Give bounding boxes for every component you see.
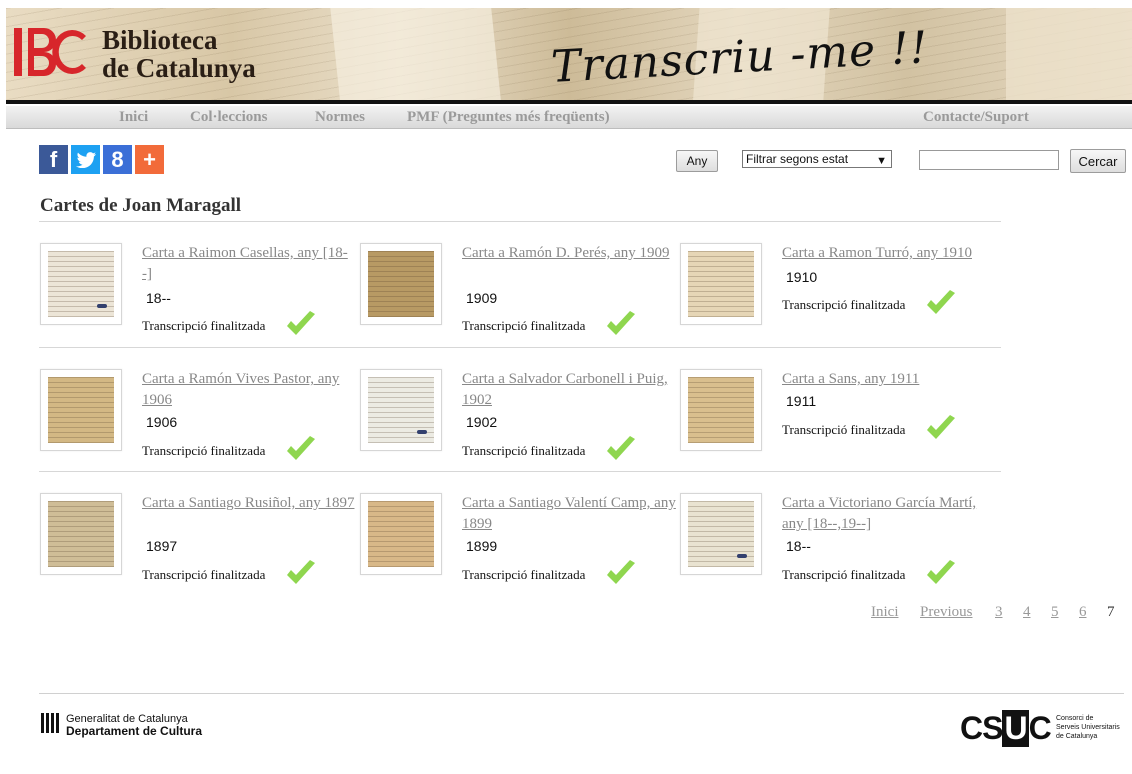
page-link[interactable]: 4 — [1023, 604, 1031, 621]
check-icon — [927, 415, 955, 439]
status-text: Transcripció finalitzada — [462, 567, 586, 582]
letter-year: 1906 — [146, 414, 178, 430]
letter-title-link[interactable]: Carta a Ramón Vives Pastor, any 1906 — [142, 369, 357, 411]
letter-year: 18-- — [146, 290, 171, 306]
footer-divider — [39, 693, 1124, 694]
letter-year: 1910 — [786, 269, 818, 285]
list-item: Carta a Ramón Vives Pastor, any 1906 190… — [40, 369, 350, 469]
check-icon — [607, 436, 635, 460]
letter-title-link[interactable]: Carta a Victoriano García Martí, any [18… — [782, 493, 997, 535]
letter-year: 1909 — [466, 290, 498, 306]
check-icon — [927, 290, 955, 314]
check-icon — [287, 311, 315, 335]
check-icon — [607, 311, 635, 335]
list-item: Carta a Santiago Rusiñol, any 1897 1897 … — [40, 493, 354, 593]
google-plus-icon[interactable]: 8 — [103, 145, 132, 174]
page-link[interactable]: 3 — [995, 604, 1003, 621]
letter-thumbnail[interactable] — [680, 369, 762, 451]
page-first-link[interactable]: Inici — [871, 604, 899, 621]
letter-thumbnail[interactable] — [360, 493, 442, 575]
nav-item-colleccions[interactable]: Col·leccions — [190, 109, 268, 126]
status-text: Transcripció finalitzada — [782, 297, 906, 312]
library-name[interactable]: Biblioteca de Catalunya — [102, 26, 256, 82]
list-item: Carta a Raimon Casellas, any [18--] 18--… — [40, 243, 350, 343]
manuscript-page — [1006, 8, 1132, 100]
filter-year-button[interactable]: Any — [676, 150, 718, 172]
list-item: Carta a Victoriano García Martí, any [18… — [680, 493, 990, 593]
list-item: Carta a Ramon Turró, any 1910 1910 Trans… — [680, 243, 990, 343]
generalitat-text[interactable]: Generalitat de Catalunya Departament de … — [66, 713, 202, 738]
letter-year: 1911 — [786, 393, 817, 409]
csuc-subtitle: Consorci de Serveis Universitaris de Cat… — [1056, 715, 1120, 740]
search-button[interactable]: Cercar — [1070, 149, 1126, 173]
check-icon — [287, 436, 315, 460]
search-input[interactable] — [919, 150, 1059, 170]
filter-state-select[interactable]: Filtrar segons estat ▼ — [742, 150, 892, 168]
list-item: Carta a Ramón D. Perés, any 1909 1909 Tr… — [360, 243, 670, 343]
letter-thumbnail[interactable] — [680, 243, 762, 325]
divider — [39, 347, 1001, 348]
banner-divider — [6, 100, 1132, 104]
check-icon — [607, 560, 635, 584]
bc-logo-icon[interactable] — [12, 26, 90, 78]
letter-title-link[interactable]: Carta a Ramón D. Perés, any 1909 — [462, 243, 677, 264]
facebook-icon[interactable]: f — [39, 145, 68, 174]
filter-state-value: Filtrar segons estat — [746, 152, 849, 166]
list-item: Carta a Santiago Valentí Camp, any 1899 … — [360, 493, 676, 593]
nav-item-normes[interactable]: Normes — [315, 109, 365, 126]
nav-item-pmf[interactable]: PMF (Preguntes més freqüents) — [407, 109, 610, 126]
letter-year: 1899 — [466, 538, 498, 554]
csuc-logo[interactable]: CSUC — [960, 710, 1052, 747]
status-text: Transcripció finalitzada — [462, 443, 586, 458]
status-text: Transcripció finalitzada — [782, 422, 906, 437]
twitter-icon[interactable] — [71, 145, 100, 174]
letter-year: 18-- — [786, 538, 811, 554]
letter-title-link[interactable]: Carta a Raimon Casellas, any [18--] — [142, 243, 357, 285]
check-icon — [927, 560, 955, 584]
list-item: Carta a Salvador Carbonell i Puig, 1902 … — [360, 369, 670, 469]
site-banner: Biblioteca de Catalunya Transcriu -me !! — [6, 8, 1132, 100]
page-link[interactable]: 6 — [1079, 604, 1087, 621]
current-page: 7 — [1107, 604, 1115, 620]
letter-thumbnail[interactable] — [40, 493, 122, 575]
letter-title-link[interactable]: Carta a Santiago Rusiñol, any 1897 — [142, 493, 357, 514]
manuscript-page — [330, 8, 502, 100]
divider — [39, 471, 1001, 472]
status-text: Transcripció finalitzada — [462, 318, 586, 333]
letter-title-link[interactable]: Carta a Sans, any 1911 — [782, 369, 997, 390]
page-title: Cartes de Joan Maragall — [40, 195, 242, 216]
chevron-down-icon: ▼ — [876, 155, 887, 167]
add-share-icon[interactable]: + — [135, 145, 164, 174]
status-text: Transcripció finalitzada — [782, 567, 906, 582]
letter-thumbnail[interactable] — [360, 369, 442, 451]
main-nav: Inici Col·leccions Normes PMF (Preguntes… — [6, 106, 1132, 129]
letter-thumbnail[interactable] — [40, 243, 122, 325]
status-text: Transcripció finalitzada — [142, 318, 266, 333]
letter-title-link[interactable]: Carta a Santiago Valentí Camp, any 1899 — [462, 493, 677, 535]
letter-thumbnail[interactable] — [360, 243, 442, 325]
page-previous-link[interactable]: Previous — [920, 604, 973, 621]
nav-item-inici[interactable]: Inici — [119, 109, 148, 126]
letter-year: 1902 — [466, 414, 498, 430]
letter-year: 1897 — [146, 538, 178, 554]
divider — [39, 221, 1001, 222]
social-share-bar: f 8 + — [39, 145, 164, 174]
letter-thumbnail[interactable] — [40, 369, 122, 451]
letter-title-link[interactable]: Carta a Salvador Carbonell i Puig, 1902 — [462, 369, 677, 411]
status-text: Transcripció finalitzada — [142, 443, 266, 458]
letter-title-link[interactable]: Carta a Ramon Turró, any 1910 — [782, 243, 997, 264]
status-text: Transcripció finalitzada — [142, 567, 266, 582]
page-link[interactable]: 5 — [1051, 604, 1059, 621]
letter-thumbnail[interactable] — [680, 493, 762, 575]
nav-item-contact[interactable]: Contacte/Suport — [923, 109, 1029, 126]
list-item: Carta a Sans, any 1911 1911 Transcripció… — [680, 369, 990, 469]
check-icon — [287, 560, 315, 584]
generalitat-logo-icon[interactable] — [40, 712, 60, 734]
